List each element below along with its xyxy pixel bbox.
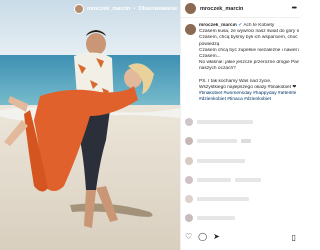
comment-placeholder [197,197,249,201]
avatar [185,118,193,126]
caption-avatar[interactable] [185,24,196,35]
post-actions: ♡ ◯ ➤ [185,233,220,241]
bookmark-icon[interactable]: ▯ [292,233,296,242]
list-item [185,214,297,222]
comment-placeholder [197,178,231,182]
share-icon[interactable]: ➤ [213,233,220,241]
list-item [185,195,297,203]
comment-placeholder [241,139,251,143]
avatar [185,137,193,145]
comment-placeholder [197,159,245,163]
caption-hashtags[interactable]: #tinakobiet #womensday #happyday #afterl… [199,91,299,103]
caption-line-0: Ach te Kobiety [243,23,275,28]
photo-overlay-header: mroczek_marcin • Obserwowanie [0,0,180,18]
avatar [185,195,193,203]
post-username[interactable]: mroczek_marcin [200,6,288,12]
list-item [185,137,297,145]
comment-placeholder [235,178,261,182]
comment-placeholder [197,139,237,143]
post-photo[interactable]: mroczek_marcin • Obserwowanie [0,0,180,250]
caption-username[interactable]: mroczek_marcin [199,23,237,28]
follow-button[interactable]: Obserwowanie [138,6,177,12]
list-item [185,157,297,165]
photo-username[interactable]: mroczek_marcin [87,6,130,12]
comment-placeholder [197,120,253,124]
avatar [185,176,193,184]
caption-line-2: Czasem, chcą byśmy byli ich wsparciem, c… [199,35,299,41]
separator-dot: • [133,6,136,12]
more-options-icon[interactable]: ••• [292,5,297,12]
post-header: mroczek_marcin ••• [181,0,300,18]
caption-text: mroczek_marcin ✔ Ach te Kobiety Czasem k… [199,23,299,103]
heart-icon[interactable]: ♡ [185,233,192,241]
avatar[interactable] [185,3,196,14]
avatar [185,214,193,222]
avatar [185,157,193,165]
photo-avatar[interactable] [74,4,84,14]
comment-icon[interactable]: ◯ [198,233,207,241]
list-item [185,176,297,184]
verified-icon: ✔ [238,23,243,28]
post-side-panel: mroczek_marcin ••• mroczek_marcin ✔ Ach … [180,0,300,250]
list-item [185,118,297,126]
caption: mroczek_marcin ✔ Ach te Kobiety Czasem k… [181,18,300,103]
comment-placeholder [197,216,235,220]
